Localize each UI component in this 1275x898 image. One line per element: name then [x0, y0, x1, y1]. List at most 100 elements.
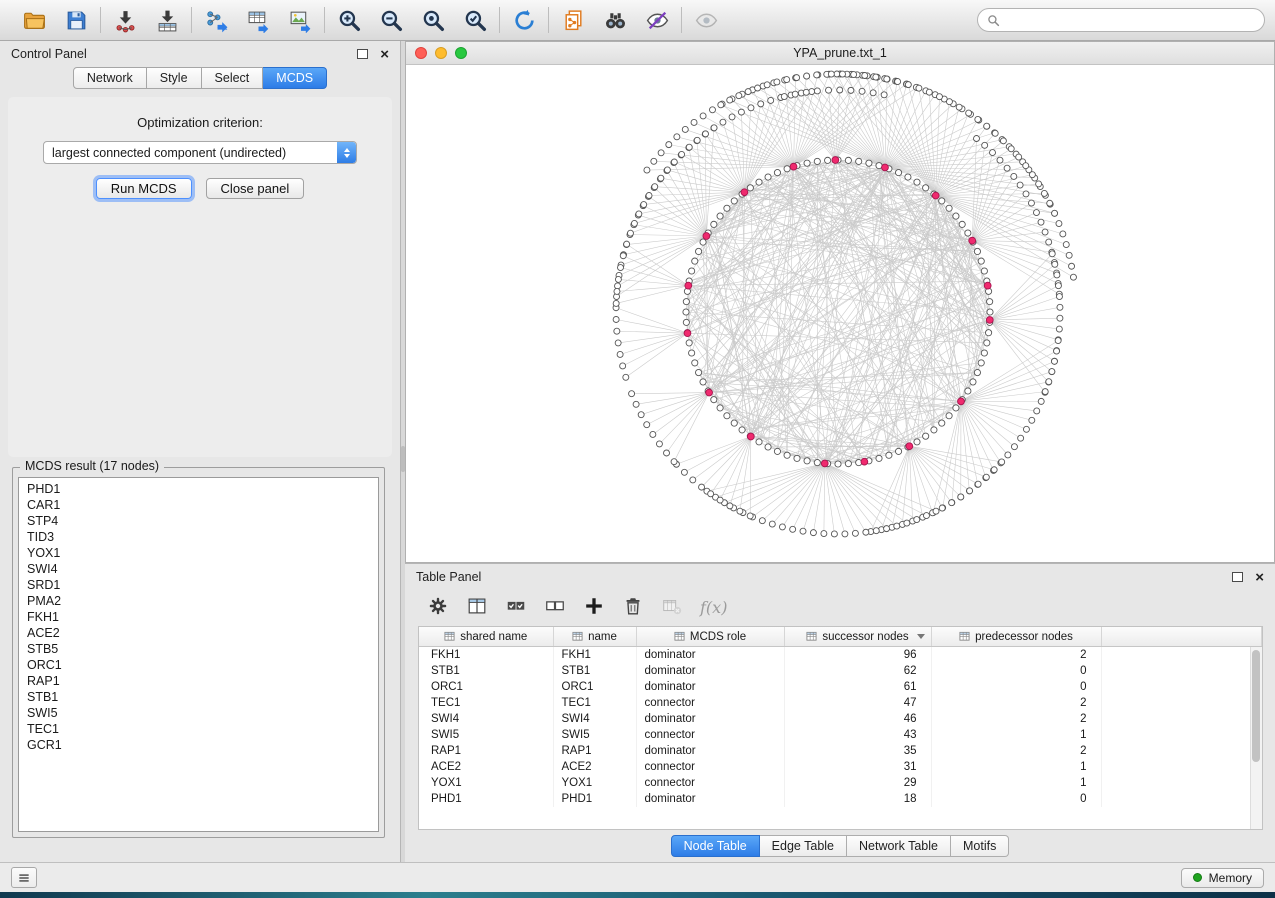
zoom-out-icon[interactable]	[377, 6, 405, 34]
table-grid-icon	[572, 631, 583, 642]
search-input[interactable]	[1006, 12, 1255, 28]
toolbar-search[interactable]	[977, 8, 1265, 32]
run-mcds-button[interactable]: Run MCDS	[96, 178, 192, 199]
cell-predecessor-nodes: 1	[931, 775, 1101, 791]
column-header-name[interactable]: name	[553, 627, 636, 647]
network-window-title: YPA_prune.txt_1	[406, 46, 1274, 60]
zoom-fit-icon[interactable]	[419, 6, 447, 34]
table-row[interactable]: STB1 STB1 dominator 62 0	[419, 663, 1262, 679]
table-scrollbar[interactable]	[1250, 647, 1262, 829]
find-binoculars-icon[interactable]	[601, 6, 629, 34]
tab-style[interactable]: Style	[147, 67, 202, 89]
table-row[interactable]: SWI5 SWI5 connector 43 1	[419, 727, 1262, 743]
mcds-result-item[interactable]: PHD1	[19, 481, 378, 497]
mcds-result-item[interactable]: RAP1	[19, 673, 378, 689]
column-header-successor-nodes[interactable]: successor nodes	[784, 627, 931, 647]
mcds-result-item[interactable]: STP4	[19, 513, 378, 529]
mcds-result-item[interactable]: SRD1	[19, 577, 378, 593]
table-row[interactable]: ORC1 ORC1 dominator 61 0	[419, 679, 1262, 695]
tab-edge-table[interactable]: Edge Table	[760, 835, 847, 857]
float-panel-icon[interactable]	[357, 49, 368, 59]
mcds-result-item[interactable]: SWI4	[19, 561, 378, 577]
cell-mcds-role: dominator	[636, 647, 784, 664]
tab-network[interactable]: Network	[73, 67, 147, 89]
select-all-icon[interactable]	[505, 595, 527, 620]
window-maximize-icon[interactable]	[455, 47, 467, 59]
mcds-result-item[interactable]: SWI5	[19, 705, 378, 721]
mcds-result-item[interactable]: PMA2	[19, 593, 378, 609]
export-network-icon[interactable]	[202, 6, 230, 34]
cell-filler	[1101, 647, 1262, 664]
tab-mcds[interactable]: MCDS	[263, 67, 327, 89]
cell-name: ACE2	[553, 759, 636, 775]
cell-name: FKH1	[553, 647, 636, 664]
scrollbar-thumb[interactable]	[1252, 650, 1260, 762]
table-row[interactable]: ACE2 ACE2 connector 31 1	[419, 759, 1262, 775]
export-image-icon[interactable]	[286, 6, 314, 34]
mcds-result-item[interactable]: YOX1	[19, 545, 378, 561]
tab-select[interactable]: Select	[202, 67, 264, 89]
tab-node-table[interactable]: Node Table	[671, 835, 760, 857]
clone-network-icon[interactable]	[559, 6, 587, 34]
criterion-select[interactable]: largest connected component (undirected)	[43, 141, 357, 164]
refresh-view-icon[interactable]	[510, 6, 538, 34]
memory-button[interactable]: Memory	[1181, 868, 1264, 888]
mcds-result-item[interactable]: STB5	[19, 641, 378, 657]
column-menu-arrow-icon[interactable]	[917, 634, 925, 639]
mcds-result-item[interactable]: ACE2	[19, 625, 378, 641]
close-table-panel-icon[interactable]: ×	[1255, 570, 1264, 585]
column-header-mcds-role[interactable]: MCDS role	[636, 627, 784, 647]
window-close-icon[interactable]	[415, 47, 427, 59]
mcds-result-item[interactable]: GCR1	[19, 737, 378, 753]
tab-network-table[interactable]: Network Table	[847, 835, 951, 857]
close-panel-button[interactable]: Close panel	[206, 178, 305, 199]
cell-shared-name: SWI4	[419, 711, 553, 727]
memory-label: Memory	[1209, 871, 1252, 885]
delete-column-trash-icon[interactable]	[622, 595, 644, 620]
zoom-selected-icon[interactable]	[461, 6, 489, 34]
cell-filler	[1101, 743, 1262, 759]
status-menu-icon[interactable]	[11, 867, 37, 888]
cell-name: TEC1	[553, 695, 636, 711]
mcds-result-list[interactable]: PHD1CAR1STP4TID3YOX1SWI4SRD1PMA2FKH1ACE2…	[18, 477, 379, 832]
mcds-panel: Optimization criterion: largest connecte…	[8, 97, 392, 457]
cell-mcds-role: connector	[636, 775, 784, 791]
status-bar: Memory	[0, 862, 1275, 892]
mcds-result-item[interactable]: ORC1	[19, 657, 378, 673]
table-row[interactable]: TEC1 TEC1 connector 47 2	[419, 695, 1262, 711]
cell-shared-name: YOX1	[419, 775, 553, 791]
export-table-icon[interactable]	[244, 6, 272, 34]
window-minimize-icon[interactable]	[435, 47, 447, 59]
mcds-result-item[interactable]: FKH1	[19, 609, 378, 625]
mcds-result-item[interactable]: STB1	[19, 689, 378, 705]
open-session-icon[interactable]	[20, 6, 48, 34]
table-row[interactable]: SWI4 SWI4 dominator 46 2	[419, 711, 1262, 727]
save-session-icon[interactable]	[62, 6, 90, 34]
close-panel-icon[interactable]: ×	[380, 47, 389, 62]
show-hide-graphics-eye-icon[interactable]	[692, 6, 720, 34]
table-row[interactable]: FKH1 FKH1 dominator 96 2	[419, 647, 1262, 664]
import-table-icon[interactable]	[153, 6, 181, 34]
column-label: MCDS role	[690, 631, 746, 643]
column-label: successor nodes	[822, 631, 908, 643]
column-header-predecessor-nodes[interactable]: predecessor nodes	[931, 627, 1101, 647]
network-canvas[interactable]	[406, 65, 1273, 562]
table-row[interactable]: RAP1 RAP1 dominator 35 2	[419, 743, 1262, 759]
import-network-icon[interactable]	[111, 6, 139, 34]
toggle-graphics-details-icon[interactable]	[643, 6, 671, 34]
table-row[interactable]: PHD1 PHD1 dominator 18 0	[419, 791, 1262, 807]
add-column-icon[interactable]	[583, 595, 605, 620]
mcds-result-group: MCDS result (17 nodes) PHD1CAR1STP4TID3Y…	[12, 467, 385, 838]
table-row[interactable]: YOX1 YOX1 connector 29 1	[419, 775, 1262, 791]
float-table-panel-icon[interactable]	[1232, 572, 1243, 582]
tab-motifs[interactable]: Motifs	[951, 835, 1009, 857]
mcds-result-item[interactable]: TEC1	[19, 721, 378, 737]
show-columns-icon[interactable]	[466, 595, 488, 620]
cell-predecessor-nodes: 2	[931, 743, 1101, 759]
deselect-all-icon[interactable]	[544, 595, 566, 620]
table-settings-gear-icon[interactable]	[427, 595, 449, 620]
mcds-result-item[interactable]: TID3	[19, 529, 378, 545]
mcds-result-item[interactable]: CAR1	[19, 497, 378, 513]
column-header-shared-name[interactable]: shared name	[419, 627, 553, 647]
zoom-in-icon[interactable]	[335, 6, 363, 34]
